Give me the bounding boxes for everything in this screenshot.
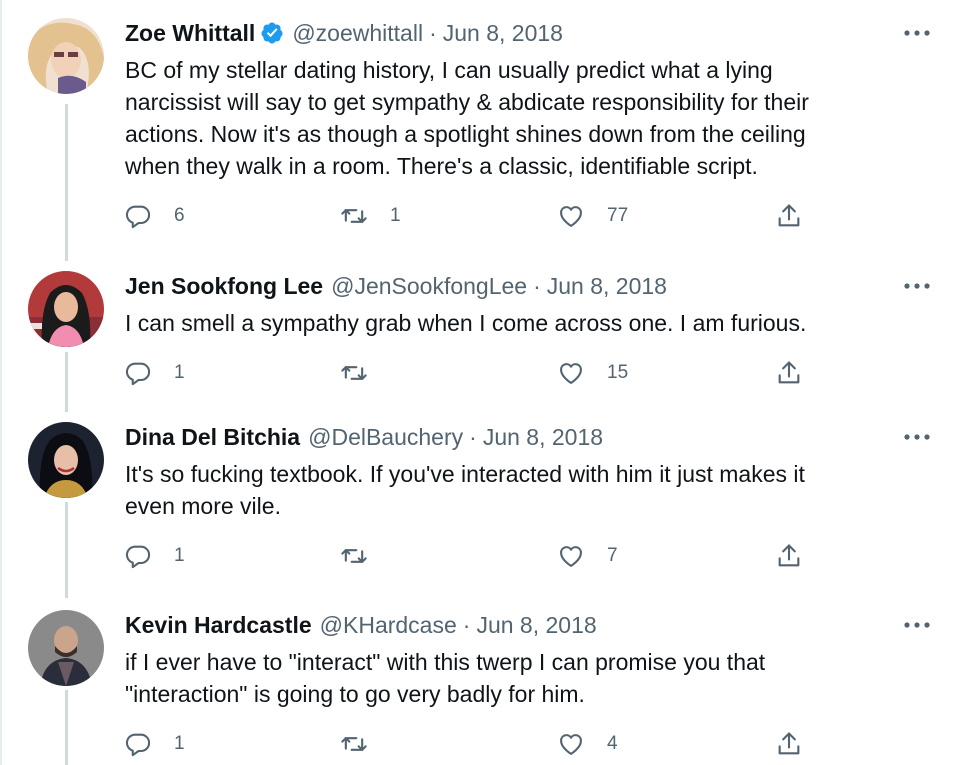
like-button[interactable]: 77 (557, 201, 628, 231)
like-icon (557, 359, 585, 387)
tweet-header: Dina Del Bitchia @DelBauchery · Jun 8, 2… (125, 422, 603, 452)
tweet-header: Jen Sookfong Lee @JenSookfongLee · Jun 8… (125, 271, 667, 301)
share-button[interactable] (775, 201, 803, 231)
author-name[interactable]: Dina Del Bitchia (125, 422, 300, 452)
more-icon[interactable] (900, 610, 934, 640)
more-icon[interactable] (900, 18, 934, 48)
more-icon[interactable] (900, 271, 934, 301)
more-icon[interactable] (900, 422, 934, 452)
tweet-text-line: when they walk in a room. There's a clas… (125, 153, 758, 179)
tweet-text-line: BC of my stellar dating history, I can u… (125, 57, 773, 83)
retweet-icon (340, 359, 368, 387)
retweet-button[interactable]: 1 (340, 201, 401, 231)
like-button[interactable]: 15 (557, 358, 628, 388)
tweet-text-line: if I ever have to "interact" with this t… (125, 649, 766, 675)
reply-count: 1 (174, 733, 185, 754)
share-icon (775, 359, 803, 387)
avatar-kevin-hardcastle[interactable] (28, 610, 104, 686)
author-name[interactable]: Zoe Whittall (125, 18, 255, 48)
reply-button[interactable]: 1 (124, 358, 185, 388)
retweet-button[interactable] (340, 729, 368, 759)
tweet-date[interactable]: Jun 8, 2018 (476, 610, 596, 640)
author-handle[interactable]: @JenSookfongLee (331, 271, 527, 301)
like-count: 77 (607, 205, 629, 226)
share-icon (775, 542, 803, 570)
reply-count: 6 (174, 205, 185, 226)
author-handle[interactable]: @zoewhittall (292, 18, 423, 48)
like-icon (557, 730, 585, 758)
share-button[interactable] (775, 358, 803, 388)
retweet-count: 1 (390, 205, 401, 226)
retweet-button[interactable] (340, 358, 368, 388)
tweet[interactable]: Dina Del Bitchia @DelBauchery · Jun 8, 2… (0, 422, 960, 582)
reply-button[interactable]: 1 (124, 541, 185, 571)
tweet-text-line: "interaction" is going to go very badly … (125, 681, 585, 707)
retweet-icon (340, 542, 368, 570)
share-icon (775, 202, 803, 230)
like-icon (557, 542, 585, 570)
reply-button[interactable]: 6 (124, 201, 185, 231)
tweet-text-line: even more vile. (125, 493, 281, 519)
tweet-date[interactable]: Jun 8, 2018 (547, 271, 667, 301)
author-name[interactable]: Jen Sookfong Lee (125, 271, 323, 301)
separator: · (462, 612, 471, 638)
reply-count: 1 (174, 545, 185, 566)
reply-count: 1 (174, 362, 185, 383)
like-count: 4 (607, 733, 618, 754)
like-icon (557, 202, 585, 230)
avatar-dina-del-bitchia[interactable] (28, 422, 104, 498)
tweet-text-line: narcissist will say to get sympathy & ab… (125, 89, 809, 115)
reply-icon (124, 730, 152, 758)
like-count: 15 (607, 362, 629, 383)
retweet-button[interactable] (340, 541, 368, 571)
reply-button[interactable]: 1 (124, 729, 185, 759)
author-handle[interactable]: @DelBauchery (308, 422, 463, 452)
reply-icon (124, 542, 152, 570)
avatar-jen-sookfong-lee[interactable] (28, 271, 104, 347)
separator: · (429, 20, 437, 46)
like-button[interactable]: 7 (557, 541, 618, 571)
tweet-date[interactable]: Jun 8, 2018 (483, 422, 603, 452)
share-button[interactable] (775, 729, 803, 759)
tweet-header: Zoe Whittall @zoewhittall · Jun 8, 2018 (125, 18, 563, 48)
like-count: 7 (607, 545, 618, 566)
like-button[interactable]: 4 (557, 729, 618, 759)
author-handle[interactable]: @KHardcase (320, 610, 457, 640)
tweet-text: I can smell a sympathy grab when I come … (125, 307, 915, 339)
tweet-header: Kevin Hardcastle @KHardcase · Jun 8, 201… (125, 610, 597, 640)
author-name[interactable]: Kevin Hardcastle (125, 610, 312, 640)
tweet-date[interactable]: Jun 8, 2018 (443, 18, 563, 48)
tweet[interactable]: Jen Sookfong Lee @JenSookfongLee · Jun 8… (0, 271, 960, 391)
tweet-text: It's so fucking textbook. If you've inte… (125, 458, 915, 522)
reply-icon (124, 202, 152, 230)
tweet-text: if I ever have to "interact" with this t… (125, 646, 915, 710)
separator: · (533, 273, 541, 299)
tweet-text: BC of my stellar dating history, I can u… (125, 54, 915, 182)
tweet[interactable]: Kevin Hardcastle @KHardcase · Jun 8, 201… (0, 610, 960, 765)
reply-icon (124, 359, 152, 387)
avatar-zoe-whittall[interactable] (28, 18, 104, 94)
tweet-text-line: It's so fucking textbook. If you've inte… (125, 461, 805, 487)
tweet-text-line: actions. Now it's as though a spotlight … (125, 121, 806, 147)
retweet-icon (340, 730, 368, 758)
tweet[interactable]: Zoe Whittall @zoewhittall · Jun 8, 2018 … (0, 18, 960, 240)
separator: · (469, 424, 477, 450)
tweet-text-line: I can smell a sympathy grab when I come … (125, 310, 807, 336)
share-icon (775, 730, 803, 758)
retweet-icon (340, 202, 368, 230)
share-button[interactable] (775, 541, 803, 571)
verified-badge-icon (260, 21, 284, 45)
